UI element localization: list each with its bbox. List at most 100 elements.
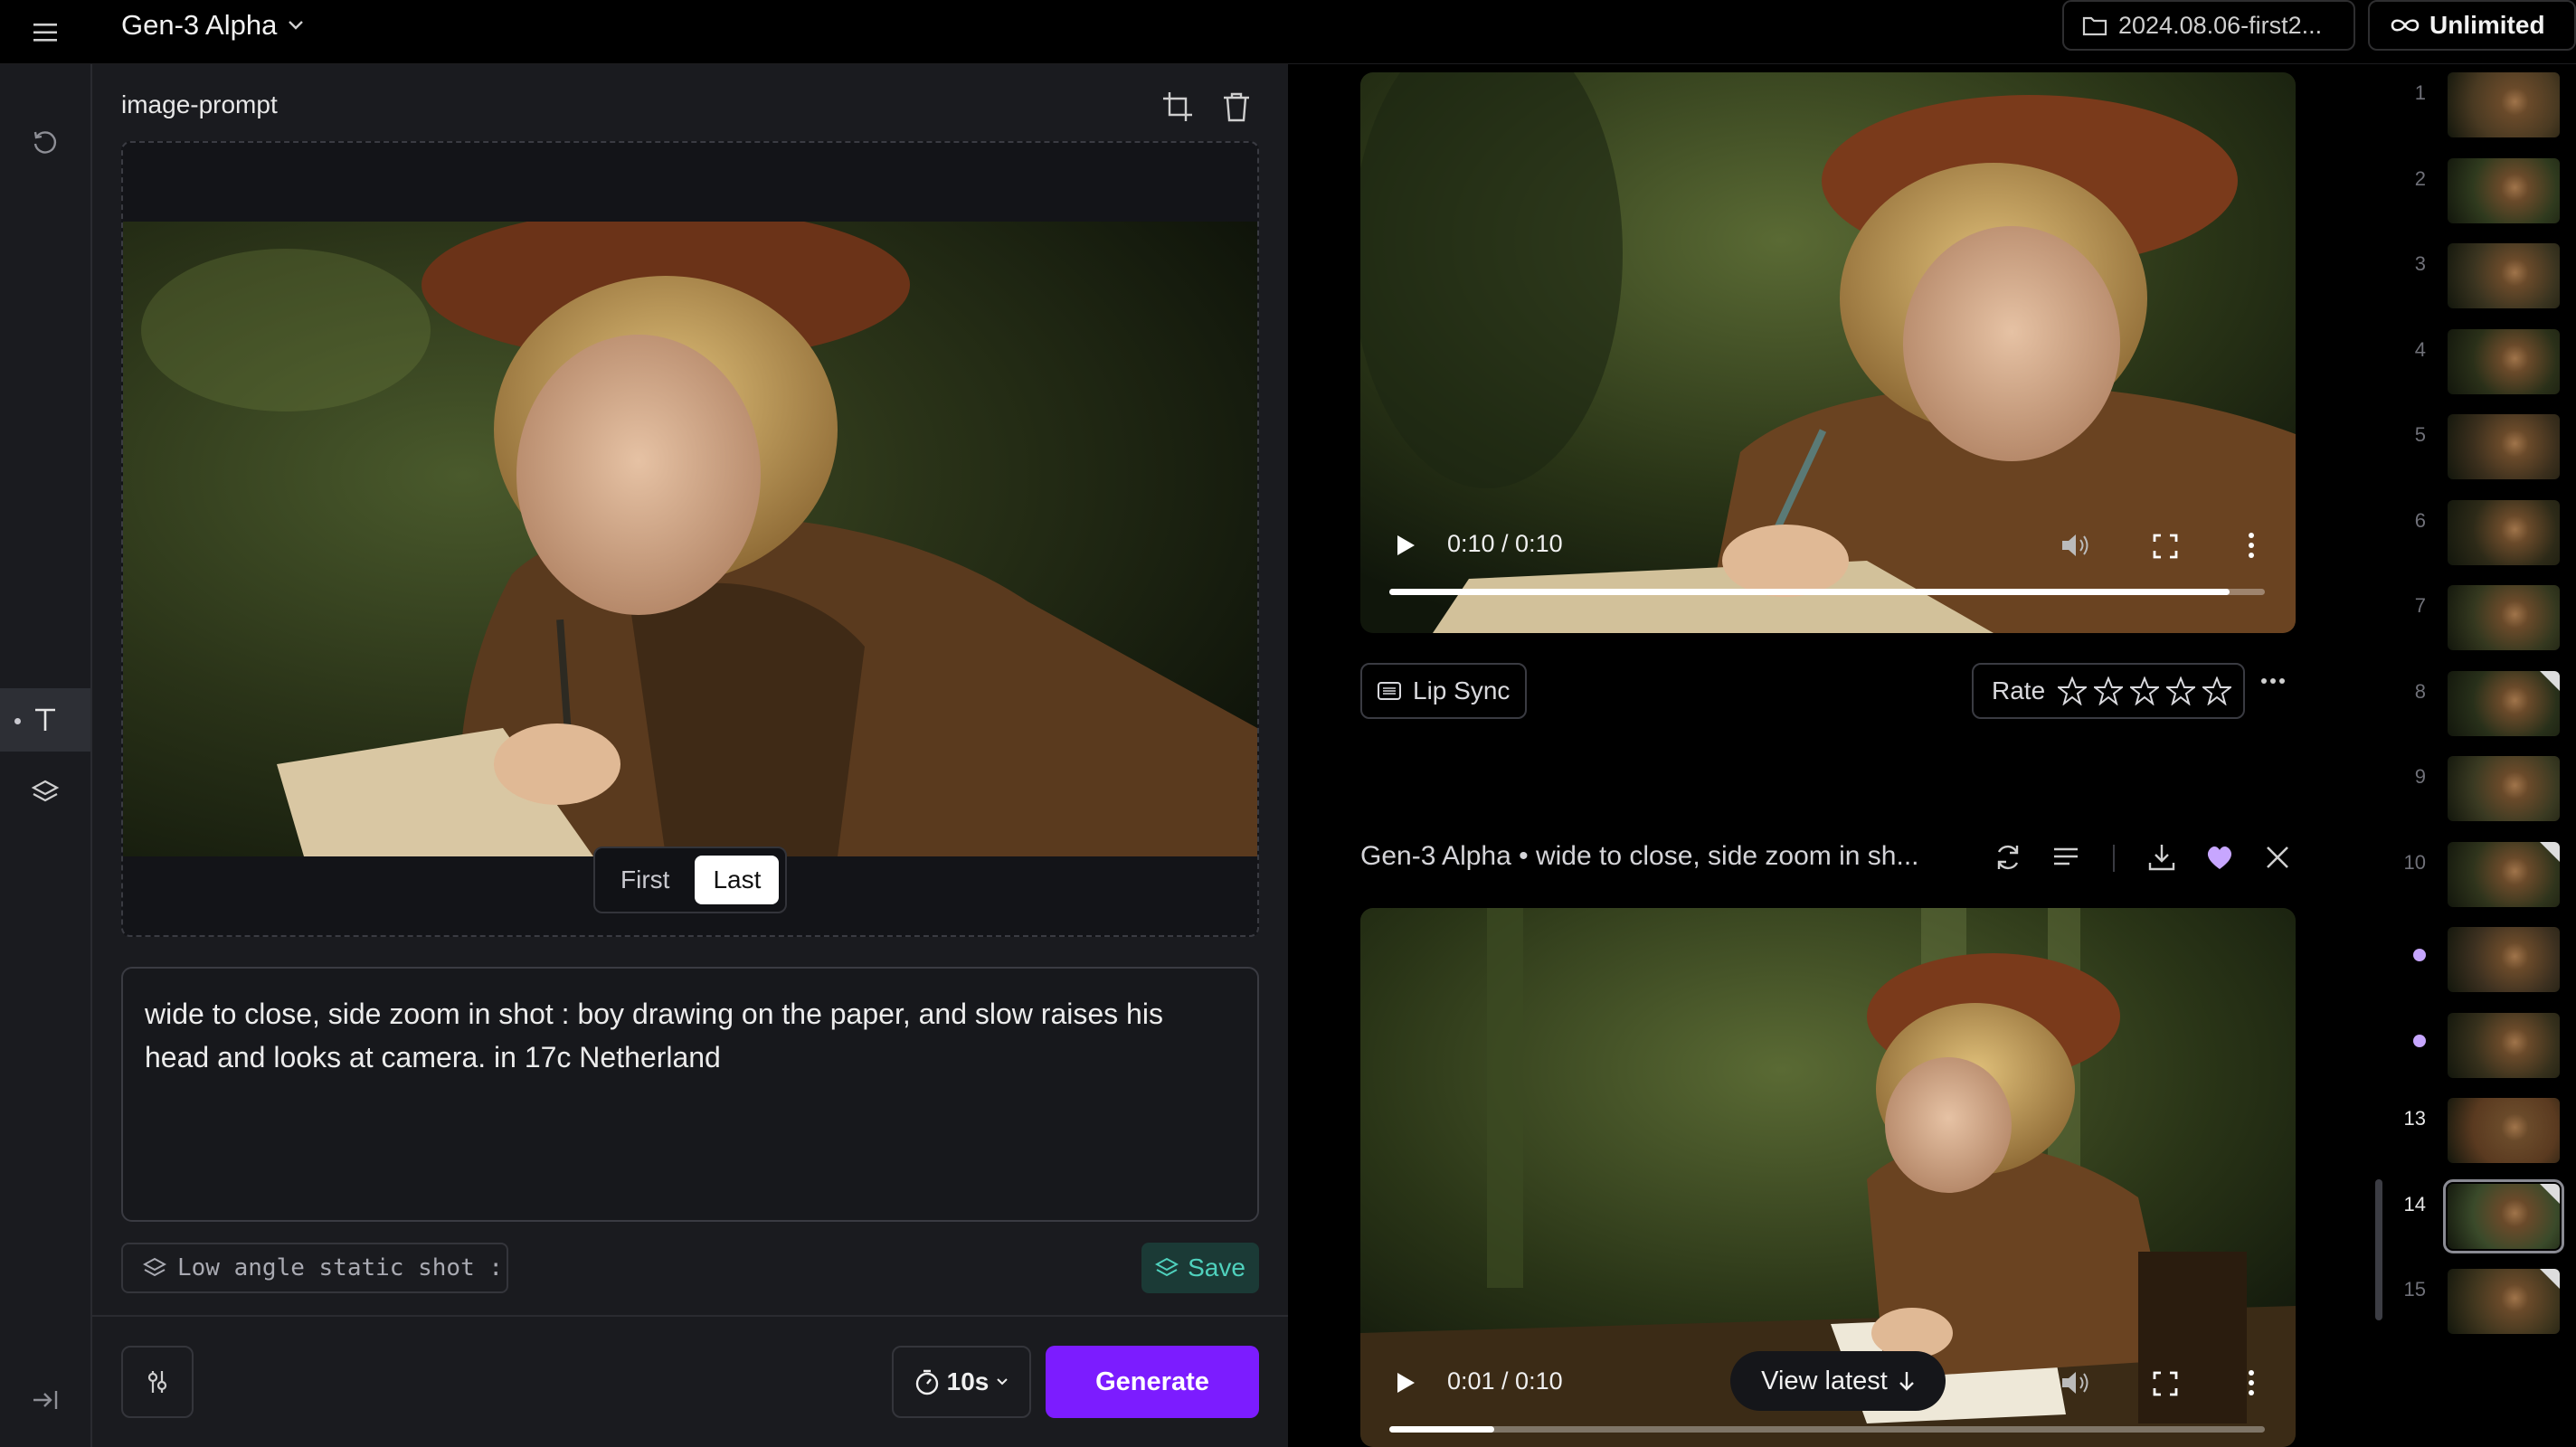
thumbnail-number: 1: [2414, 81, 2426, 104]
model-selector[interactable]: Gen-3 Alpha: [121, 7, 304, 43]
video-player-top[interactable]: 0:10 / 0:10: [1360, 72, 2296, 633]
folder-icon: [2082, 16, 2107, 36]
more-options-button[interactable]: [2259, 676, 2296, 705]
delete-image-button[interactable]: [1221, 90, 1257, 127]
thumbnail-number: 14: [2403, 1192, 2426, 1215]
menu-button[interactable]: [27, 14, 63, 51]
details-icon[interactable]: [2050, 841, 2082, 874]
last-frame-option[interactable]: Last: [695, 856, 780, 904]
corner-marker-icon: [2540, 1183, 2560, 1204]
thumbnail-number: 5: [2414, 423, 2426, 446]
filmstrip-thumbnail[interactable]: [2448, 72, 2560, 137]
star-icon[interactable]: [2058, 676, 2088, 705]
progress-fill-top: [1389, 589, 2230, 595]
progress-fill-bottom: [1389, 1426, 1495, 1433]
video-time-top: 0:10 / 0:10: [1447, 530, 1563, 557]
star-icon[interactable]: [2202, 676, 2232, 705]
lip-sync-button[interactable]: Lip Sync: [1360, 663, 1527, 719]
settings-button[interactable]: [121, 1346, 194, 1418]
filmstrip-thumbnail[interactable]: [2448, 841, 2560, 907]
collapse-icon: [33, 1391, 58, 1409]
prompt-textarea[interactable]: wide to close, side zoom in shot : boy d…: [121, 967, 1259, 1222]
filmstrip-scrollbar[interactable]: [2375, 1179, 2382, 1320]
thumbnail-number: 9: [2414, 765, 2426, 788]
chevron-down-icon: [289, 21, 304, 30]
prompt-image: [123, 222, 1257, 856]
volume-icon[interactable]: [2060, 532, 2091, 559]
view-latest-label: View latest: [1761, 1366, 1888, 1395]
thumbnail-number: 6: [2414, 508, 2426, 532]
thumbnail-number: 3: [2414, 252, 2426, 275]
filmstrip-thumbnail[interactable]: [2448, 756, 2560, 821]
play-icon[interactable]: [1395, 534, 1416, 557]
fullscreen-icon[interactable]: [2153, 1371, 2178, 1396]
sliders-icon: [147, 1371, 167, 1393]
hamburger-icon: [33, 24, 57, 42]
close-icon[interactable]: [2261, 841, 2294, 874]
layers-button[interactable]: [0, 761, 90, 824]
filmstrip-thumbnail[interactable]: [2448, 1012, 2560, 1078]
first-frame-option[interactable]: First: [602, 856, 687, 904]
panel-title: image-prompt: [121, 90, 278, 118]
thumbnail-number: 15: [2403, 1278, 2426, 1300]
more-vertical-icon[interactable]: [2247, 532, 2256, 559]
duration-label: 10s: [946, 1367, 990, 1395]
filmstrip-thumbnail[interactable]: [2448, 414, 2560, 479]
thumbnail-number: 8: [2414, 679, 2426, 703]
progress-bar-top[interactable]: [1389, 589, 2265, 595]
plan-button[interactable]: Unlimited: [2368, 0, 2576, 51]
text-icon: [35, 708, 55, 731]
refresh-icon[interactable]: [1992, 841, 2024, 874]
crop-icon: [1163, 92, 1192, 121]
more-horizontal-icon: [2261, 678, 2285, 684]
folder-button[interactable]: 2024.08.06-first2...: [2062, 0, 2355, 51]
star-rating: [2058, 676, 2232, 705]
lip-sync-icon: [1378, 682, 1401, 700]
generation-title: Gen-3 Alpha • wide to close, side zoom i…: [1360, 841, 1919, 871]
filmstrip-thumbnail[interactable]: [2448, 1098, 2560, 1163]
filmstrip-thumbnail[interactable]: [2448, 927, 2560, 992]
thumbnail-number: 4: [2414, 337, 2426, 361]
history-button[interactable]: [0, 111, 90, 175]
crop-button[interactable]: [1161, 90, 1198, 127]
filmstrip-thumbnail[interactable]: [2448, 243, 2560, 308]
save-preset-button[interactable]: Save: [1141, 1243, 1259, 1293]
play-icon[interactable]: [1395, 1371, 1416, 1395]
star-icon[interactable]: [2130, 676, 2160, 705]
preset-label: Low angle static shot :: [177, 1254, 504, 1281]
more-vertical-icon[interactable]: [2247, 1369, 2256, 1396]
filmstrip-thumbnail[interactable]: [2448, 157, 2560, 223]
filmstrip-thumbnail[interactable]: [2448, 585, 2560, 650]
fullscreen-icon[interactable]: [2153, 534, 2178, 559]
duration-selector[interactable]: 10s: [892, 1346, 1031, 1418]
plan-label: Unlimited: [2429, 11, 2545, 39]
volume-icon[interactable]: [2060, 1369, 2091, 1396]
filmstrip-thumbnail[interactable]: [2448, 499, 2560, 565]
left-rail: [0, 64, 92, 1447]
rate-label: Rate: [1992, 676, 2046, 705]
layers-icon: [31, 780, 60, 802]
heart-icon[interactable]: [2203, 841, 2236, 874]
layers-icon: [1155, 1257, 1179, 1277]
star-icon[interactable]: [2166, 676, 2196, 705]
corner-marker-icon: [2540, 841, 2560, 862]
divider: [92, 1315, 1288, 1317]
thumbnail-number: 2: [2414, 166, 2426, 190]
collapse-panel-button[interactable]: [0, 1368, 90, 1432]
thumbnail-number: 13: [2403, 1107, 2426, 1130]
frame-toggle: First Last: [593, 846, 787, 913]
text-tool-button[interactable]: [0, 688, 90, 752]
status-dot: [2413, 1034, 2426, 1047]
download-icon[interactable]: [2145, 841, 2178, 874]
thumbnail-number: 10: [2403, 850, 2426, 874]
generate-button[interactable]: Generate: [1046, 1346, 1259, 1418]
filmstrip-thumbnail[interactable]: [2448, 670, 2560, 736]
filmstrip-thumbnail[interactable]: [2448, 328, 2560, 394]
filmstrip-thumbnail[interactable]: [2443, 1178, 2564, 1253]
progress-bar-bottom[interactable]: [1389, 1426, 2265, 1433]
filmstrip-thumbnail[interactable]: [2448, 1269, 2560, 1334]
camera-preset-chip[interactable]: Low angle static shot :: [121, 1243, 508, 1293]
view-latest-button[interactable]: View latest: [1730, 1351, 1946, 1411]
star-icon[interactable]: [2094, 676, 2124, 705]
thumbnail-number: 7: [2414, 594, 2426, 617]
